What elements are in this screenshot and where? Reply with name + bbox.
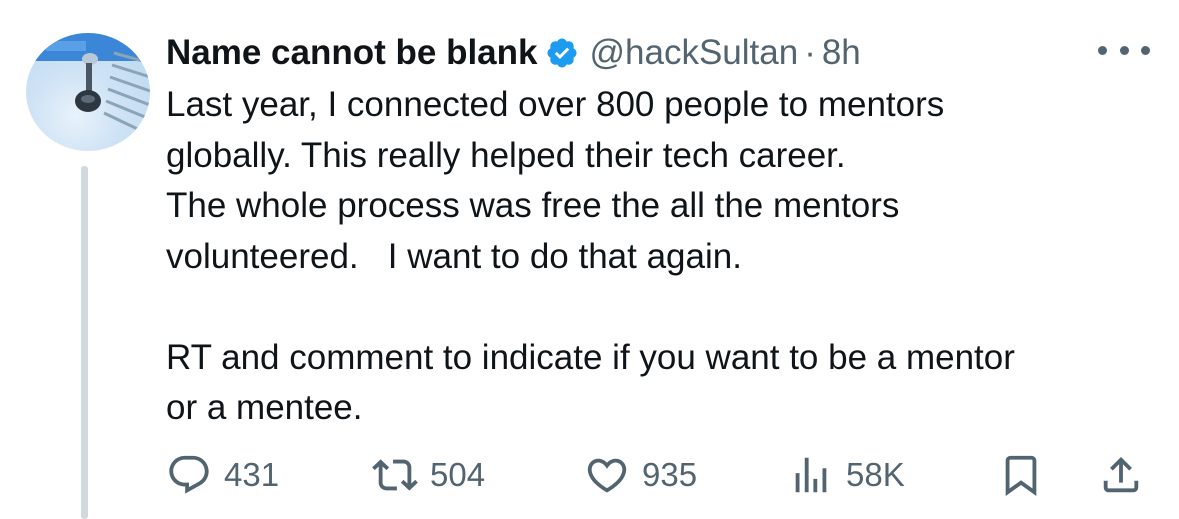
- views-button[interactable]: 58K: [788, 445, 905, 505]
- bookmark-button[interactable]: [998, 445, 1044, 505]
- share-button[interactable]: [1098, 445, 1144, 505]
- separator-dot: ·: [804, 33, 816, 72]
- views-count: 58K: [846, 456, 905, 493]
- tweet-timestamp[interactable]: 8h: [822, 33, 861, 73]
- share-icon: [1103, 456, 1139, 493]
- avatar[interactable]: [26, 33, 150, 151]
- author-name[interactable]: Name cannot be blank: [166, 33, 537, 73]
- tweet-header: Name cannot be blank @hackSultan · 8h: [166, 30, 861, 76]
- avatar-image: [26, 33, 150, 135]
- reply-icon: [169, 455, 209, 494]
- more-dot: [1119, 45, 1129, 55]
- views-icon: [795, 457, 827, 493]
- more-icon[interactable]: [1098, 40, 1150, 60]
- reply-button[interactable]: 431: [166, 445, 279, 505]
- like-count: 935: [642, 456, 698, 493]
- reply-count: 431: [224, 456, 280, 493]
- author-handle[interactable]: @hackSultan: [589, 33, 798, 73]
- retweet-count: 504: [430, 456, 486, 493]
- more-dot: [1098, 45, 1107, 55]
- tweet-actions: 431 504 935 58K: [0, 445, 1179, 505]
- bookmark-icon: [1005, 455, 1037, 496]
- verified-badge-icon: [547, 38, 578, 68]
- tweet-text: Last year, I connected over 800 people t…: [166, 85, 1015, 427]
- heart-icon: [587, 458, 627, 493]
- retweet-icon: [372, 459, 418, 491]
- retweet-button[interactable]: 504: [372, 445, 485, 505]
- like-button[interactable]: 935: [584, 445, 697, 505]
- more-dot: [1141, 45, 1150, 55]
